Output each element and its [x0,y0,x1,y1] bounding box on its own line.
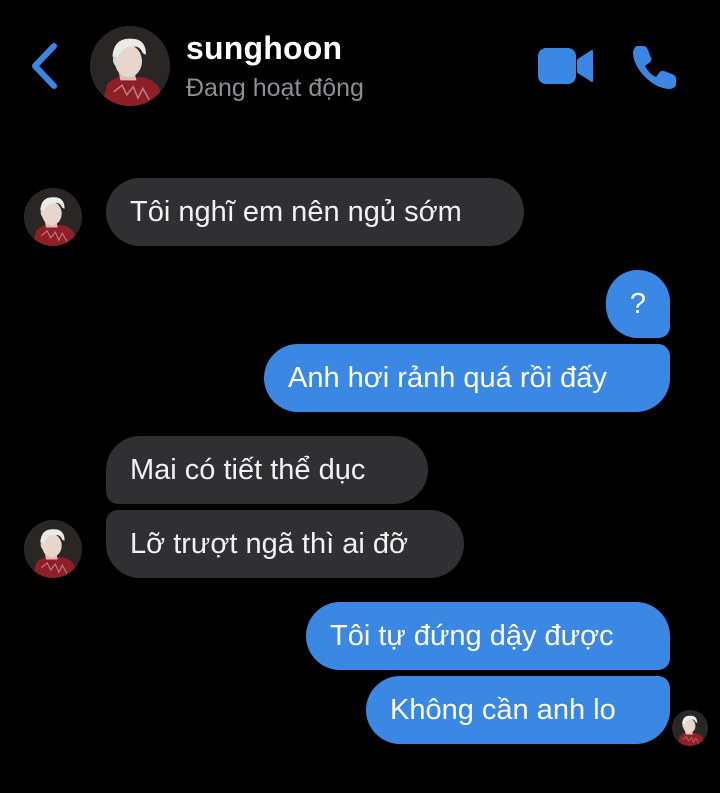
incoming-message[interactable]: Mai có tiết thể dục [106,436,428,504]
contact-status: Đang hoạt động [186,74,364,102]
back-button[interactable] [26,40,66,92]
seen-receipt-avatar [672,710,708,746]
contact-name[interactable]: sunghoon [186,30,342,67]
sender-avatar[interactable] [24,188,82,246]
voice-call-button[interactable] [628,40,682,94]
phone-icon [633,46,676,89]
chat-header: sunghoon Đang hoạt động [0,0,720,124]
video-camera-icon [538,48,593,84]
outgoing-message[interactable]: Không cần anh lo [366,676,670,744]
outgoing-message[interactable]: ? [606,270,670,338]
outgoing-message[interactable]: Anh hơi rảnh quá rồi đấy [264,344,670,412]
chevron-left-icon [32,43,57,89]
incoming-message[interactable]: Tôi nghĩ em nên ngủ sớm [106,178,524,246]
incoming-message[interactable]: Lỡ trượt ngã thì ai đỡ [106,510,464,578]
video-call-button[interactable] [536,44,594,88]
sender-avatar[interactable] [24,520,82,578]
chat-screen: sunghoon Đang hoạt động Tôi nghĩ em nên … [0,0,720,793]
contact-avatar[interactable] [90,26,170,106]
outgoing-message[interactable]: Tôi tự đứng dậy được [306,602,670,670]
